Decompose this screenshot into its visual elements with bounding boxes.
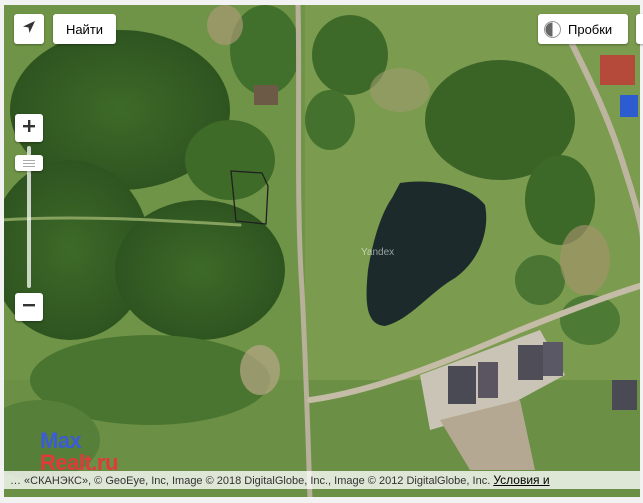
search-button[interactable]: Найти <box>53 14 116 44</box>
locate-button[interactable] <box>14 14 44 44</box>
arrow-locate-icon <box>21 19 37 40</box>
map-view[interactable]: Yandex Найти Пробки Max Realt.ru … «СКАН… <box>0 0 643 503</box>
layers-button[interactable] <box>636 14 643 44</box>
plus-icon <box>22 119 36 138</box>
traffic-light-icon <box>544 20 561 38</box>
terms-link[interactable]: Условия и <box>493 473 549 487</box>
copyright-text: … «СКАНЭКС», © GeoEye, Inc, Image © 2018… <box>10 475 494 487</box>
maxrealt-logo: Max Realt.ru <box>40 430 118 474</box>
map-frame-left <box>0 0 4 503</box>
grip-icon <box>23 159 35 167</box>
yandex-watermark: Yandex <box>361 247 395 258</box>
map-frame-top <box>0 0 643 5</box>
zoom-slider-handle[interactable] <box>15 155 43 171</box>
minus-icon <box>22 298 36 317</box>
copyright-bar: … «СКАНЭКС», © GeoEye, Inc, Image © 2018… <box>4 471 640 489</box>
zoom-out-button[interactable] <box>15 293 43 321</box>
logo-line-1: Max <box>40 428 82 453</box>
traffic-label: Пробки <box>568 21 613 37</box>
zoom-in-button[interactable] <box>15 114 43 142</box>
map-frame-bottom <box>0 497 643 503</box>
traffic-button[interactable]: Пробки <box>538 14 628 44</box>
satellite-imagery[interactable] <box>0 0 643 503</box>
